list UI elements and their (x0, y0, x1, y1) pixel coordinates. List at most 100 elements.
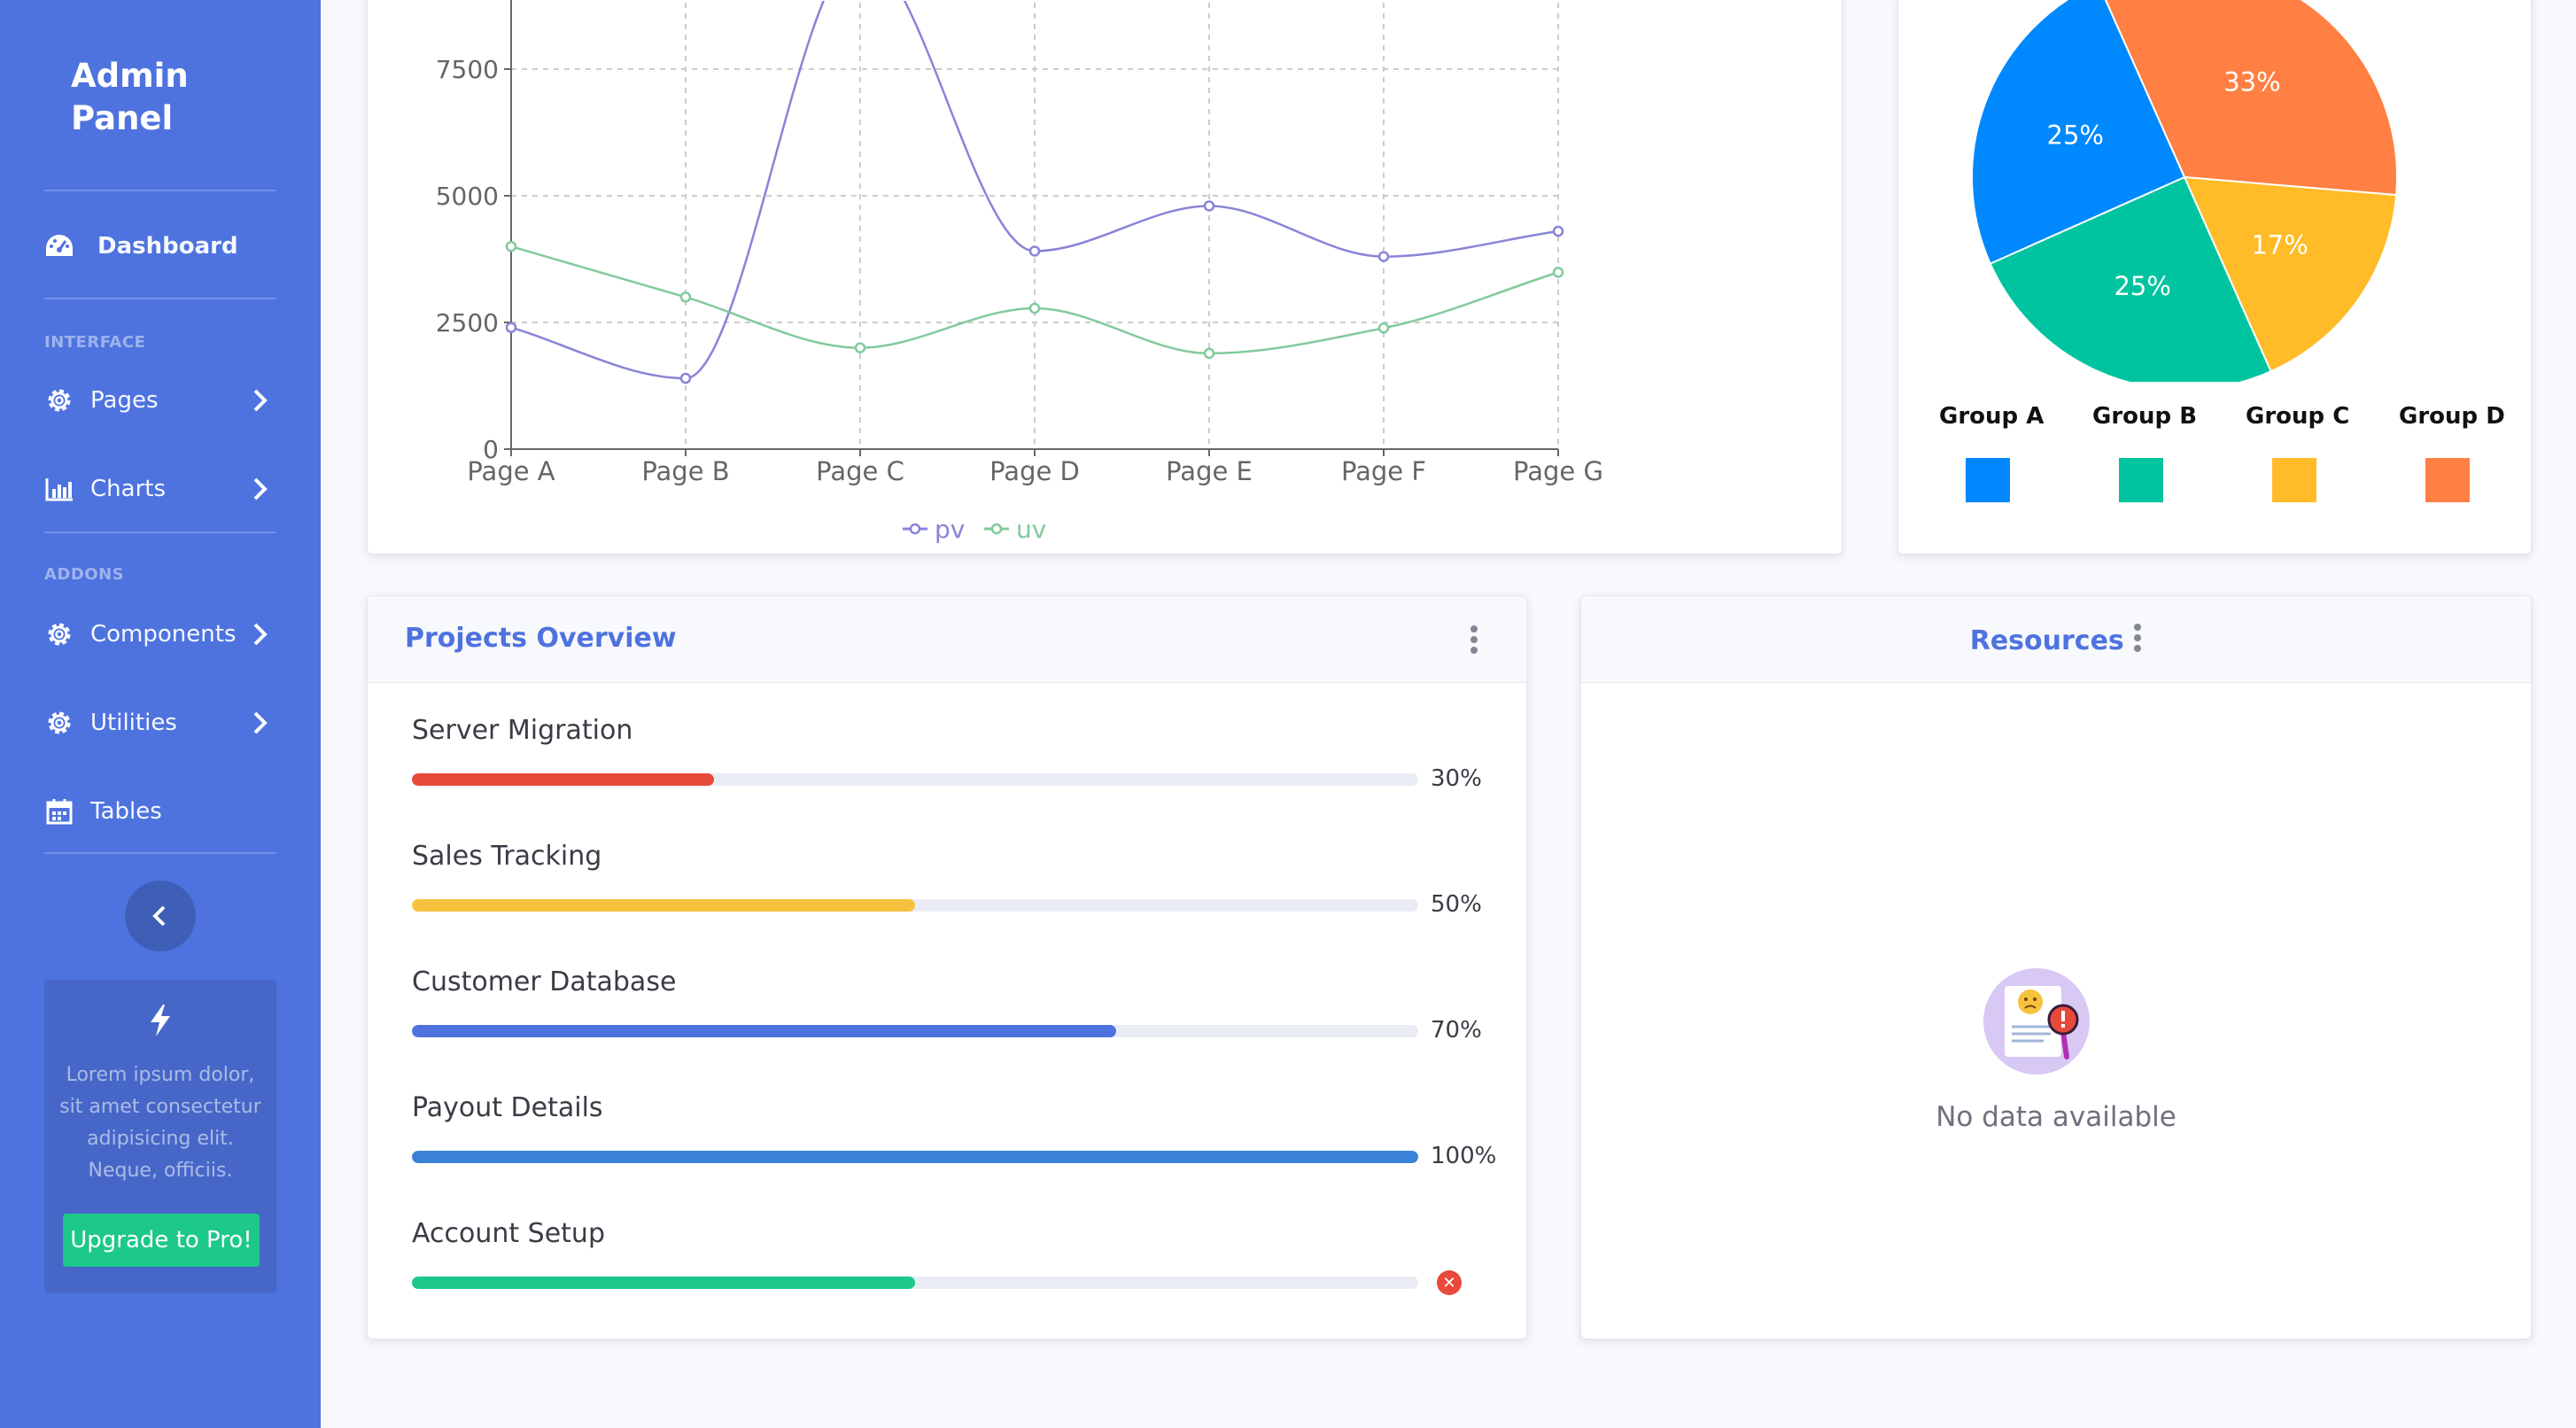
sidebar-divider (44, 852, 276, 854)
data-point-uv (1028, 302, 1041, 314)
legend-label: Group B (2092, 403, 2198, 430)
legend-label: Group C (2246, 403, 2350, 430)
data-point-pv (1203, 200, 1215, 212)
legend-label: uv (1016, 515, 1046, 544)
legend-swatch (2119, 458, 2163, 502)
bar-chart-icon (44, 474, 74, 504)
progress-percent: 50% (1431, 891, 1482, 918)
project-label: Server Migration (412, 715, 633, 746)
section-heading-interface: INTERFACE (44, 333, 146, 352)
progress-percent: 100% (1431, 1143, 1497, 1169)
tachometer-icon (44, 231, 74, 261)
legend-swatch (2425, 458, 2470, 502)
x-tick-label: Page G (1513, 456, 1603, 486)
project-label: Account Setup (412, 1218, 605, 1249)
progress-fill (412, 899, 915, 912)
data-point-uv (1377, 322, 1390, 334)
gear-icon (44, 385, 74, 415)
line-chart: 0250050007500Page A Page B Page C Page D Pag… (436, 0, 1603, 544)
data-point-uv (505, 240, 517, 252)
data-point-uv (854, 342, 866, 353)
projects-card: Projects Overview Server Migration 30% S… (367, 595, 1527, 1339)
x-tick-label: Page B (641, 456, 729, 486)
legend-label: pv (935, 515, 965, 544)
x-tick-label: Page E (1166, 456, 1253, 486)
sidebar-item-components[interactable]: Components (44, 608, 276, 661)
project-label: Sales Tracking (412, 841, 602, 872)
promo-card: Lorem ipsum dolor, sit amet consectetur … (44, 980, 276, 1293)
y-tick-label: 5000 (436, 182, 499, 211)
legend-marker-dot (909, 523, 921, 535)
more-options-icon[interactable] (2133, 623, 2142, 657)
sidebar-item-pages[interactable]: Pages (44, 374, 276, 427)
y-tick-label: 2500 (436, 308, 499, 338)
x-tick-label: Page F (1341, 456, 1426, 486)
legend-marker-dot (990, 523, 1003, 535)
error-icon: ✕ (1437, 1270, 1462, 1295)
sidebar-item-dashboard[interactable]: Dashboard (44, 220, 276, 273)
brand[interactable]: Admin Panel (71, 55, 189, 140)
upgrade-button[interactable]: Upgrade to Pro! (63, 1214, 260, 1267)
data-point-uv (1552, 267, 1564, 278)
card-header: Projects Overview (368, 596, 1526, 683)
calendar-icon (44, 796, 74, 827)
data-point-uv (1203, 347, 1215, 360)
progress-bar (412, 1277, 1418, 1289)
pie-slice-label: 33% (2223, 66, 2280, 97)
sidebar: Admin Panel Dashboard INTERFACE Pages Ch… (0, 0, 321, 1428)
sidebar-divider (44, 190, 276, 191)
sidebar-item-utilities[interactable]: Utilities (44, 696, 276, 749)
progress-fill (412, 773, 714, 786)
data-point-pv (1028, 245, 1041, 257)
brand-line-1: Admin (71, 57, 189, 95)
sidebar-item-tables[interactable]: Tables (44, 785, 276, 838)
x-tick-label: Page A (467, 456, 555, 486)
progress-fill (412, 1277, 915, 1289)
sidebar-item-label: Components (90, 621, 237, 648)
pie-slice-label: 25% (2047, 120, 2104, 151)
more-options-icon[interactable] (1470, 625, 1478, 659)
promo-text: Lorem ipsum dolor, sit amet consectetur … (59, 1064, 261, 1182)
chevron-right-icon (253, 477, 268, 501)
sidebar-item-label: Pages (90, 387, 159, 414)
bolt-icon (151, 1005, 170, 1036)
legend-swatch (1966, 458, 2010, 502)
empty-state-text: No data available (1936, 1101, 2176, 1133)
card-title: Resources (1969, 625, 2124, 656)
data-point-uv (679, 291, 692, 303)
legend-label: Group A (1939, 403, 2045, 430)
x-tick-label: Page D (989, 456, 1080, 486)
progress-bar (412, 773, 1418, 786)
resources-card: Resources No data available (1580, 595, 2532, 1339)
progress-percent: 70% (1431, 1017, 1482, 1044)
progress-bar (412, 1151, 1418, 1163)
project-label: Customer Database (412, 966, 677, 997)
sidebar-item-label: Tables (90, 798, 162, 825)
pie-chart-card: 33% 17% 25% 25% Group A Group B Group C Group … (1897, 0, 2532, 555)
sidebar-divider (44, 532, 276, 533)
brand-line-2: Panel (71, 99, 174, 137)
progress-fill (412, 1151, 1418, 1163)
sidebar-divider (44, 298, 276, 299)
sidebar-item-label: Utilities (90, 710, 177, 736)
line-chart-card: 0 2500 5000 7500 Page A Page B Page C Page D Pag… (367, 0, 1843, 555)
chevron-right-icon (253, 389, 268, 412)
chevron-right-icon (253, 623, 268, 646)
sidebar-item-charts[interactable]: Charts (44, 462, 276, 516)
legend-swatch (2272, 458, 2316, 502)
no-data-illustration-icon (1983, 968, 2090, 1075)
data-point-pv (679, 372, 692, 384)
progress-bar (412, 1025, 1418, 1037)
gear-icon (44, 708, 74, 738)
progress-percent: 30% (1431, 765, 1482, 792)
pie-slice-label: 17% (2251, 229, 2308, 260)
chart-legend: pv uv (903, 515, 1046, 544)
sidebar-toggle-button[interactable] (125, 881, 196, 951)
sidebar-item-label: Charts (90, 476, 166, 502)
card-title: Projects Overview (405, 623, 677, 654)
progress-bar (412, 899, 1418, 912)
data-point-pv (1552, 225, 1564, 237)
section-heading-addons: ADDONS (44, 565, 125, 584)
y-tick-label: 7500 (436, 55, 499, 84)
project-label: Payout Details (412, 1092, 603, 1123)
